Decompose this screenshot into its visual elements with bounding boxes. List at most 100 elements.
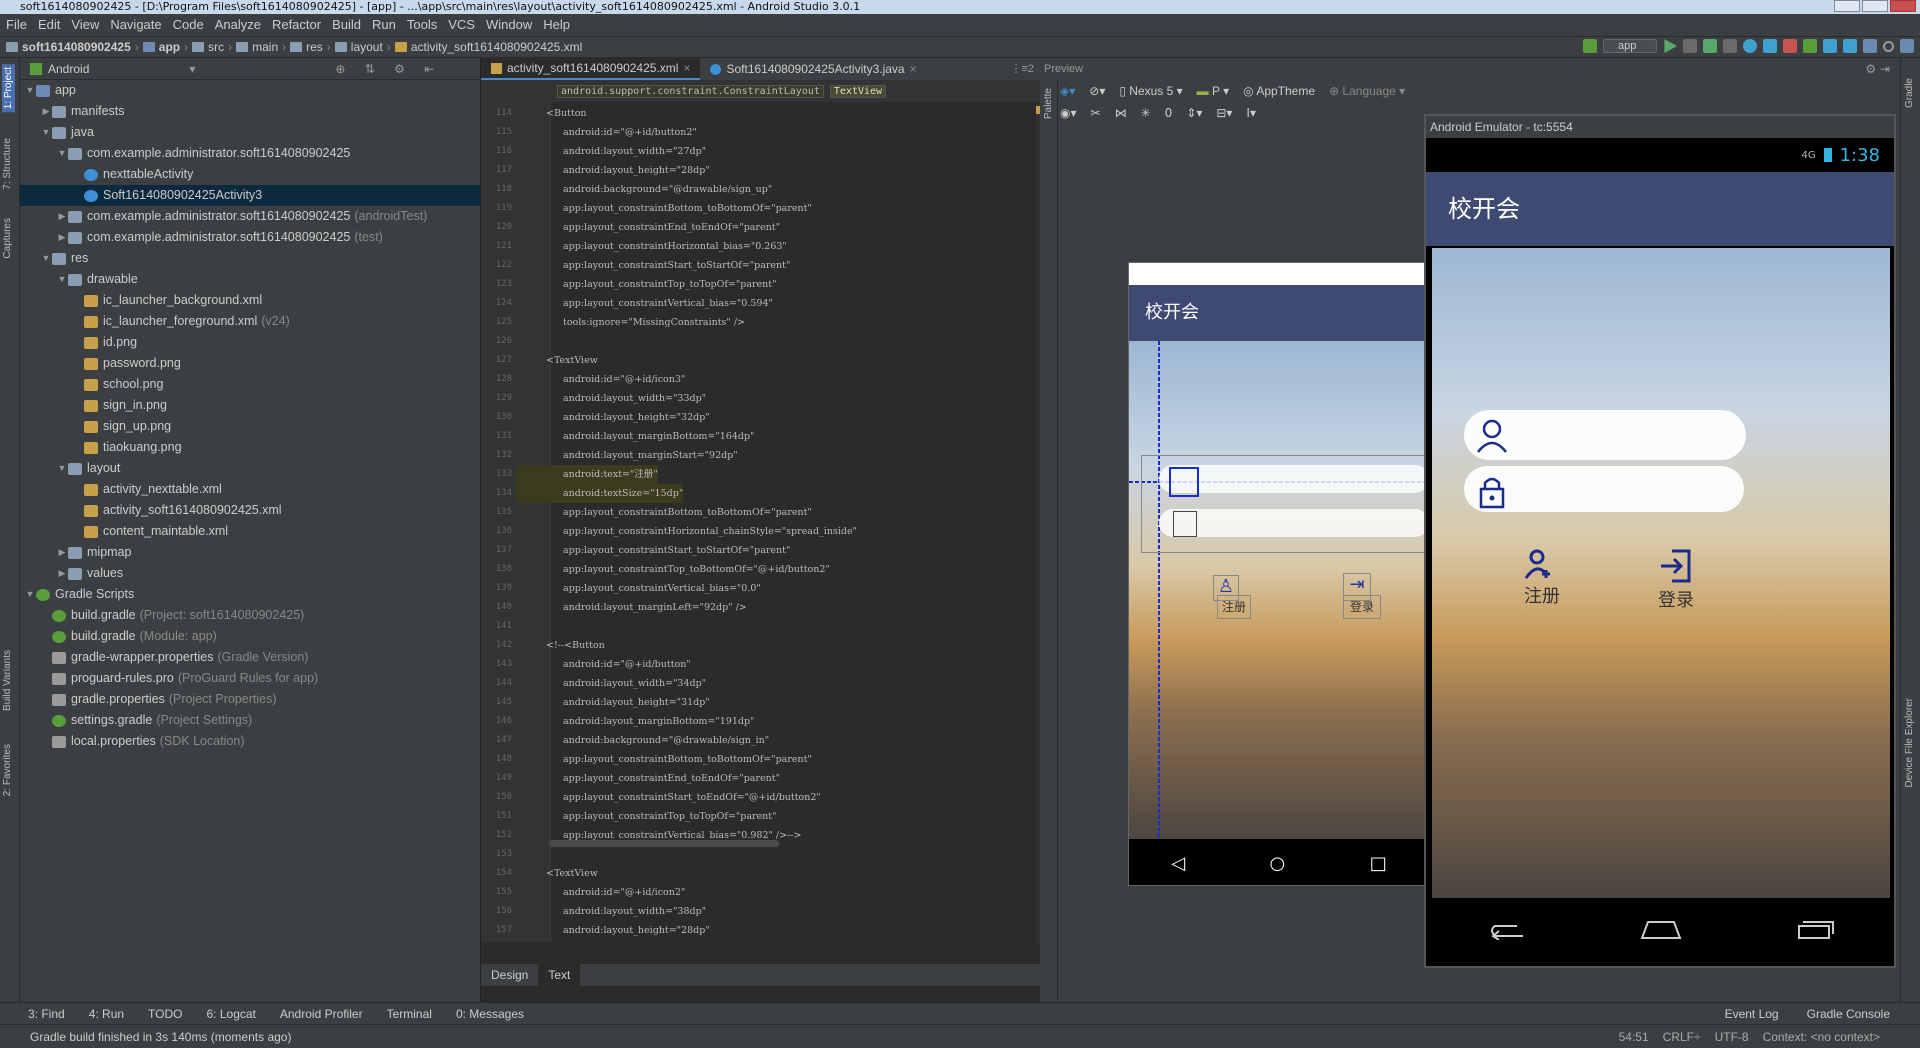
close-icon[interactable]: × xyxy=(910,58,917,80)
tool-gradle-console[interactable]: Gradle Console xyxy=(1807,1007,1890,1021)
recents-icon[interactable] xyxy=(1795,918,1835,940)
tree-item[interactable]: ▶ com.example.administrator.soft161408090… xyxy=(20,206,480,227)
debug-icon[interactable] xyxy=(1703,39,1717,53)
emulator-window[interactable]: Android Emulator - tc:5554 4G 1:38 校开会 注… xyxy=(1424,114,1896,968)
make-project-icon[interactable] xyxy=(1583,39,1597,53)
menu-vcs[interactable]: VCS xyxy=(448,14,475,36)
orientation-icon[interactable]: ⊘▾ xyxy=(1089,84,1105,98)
login-label[interactable]: 登录 xyxy=(1654,586,1698,612)
chevron-down-icon[interactable]: ▾ xyxy=(189,62,195,76)
code-area[interactable]: 114 <Button 115 android:id="@+id/button2" 11… xyxy=(481,104,1037,940)
breadcrumb-app[interactable]: app › xyxy=(142,40,188,54)
profile-icon[interactable] xyxy=(1743,39,1757,53)
chevron-down-icon[interactable]: ▼ xyxy=(24,80,36,101)
menu-analyze[interactable]: Analyze xyxy=(215,14,261,36)
design-preview-device[interactable]: 校开会 ♙ 注册 ⇥ 登录 ◁ ○ □ xyxy=(1128,262,1428,886)
tree-item[interactable]: gradle-wrapper.properties (Gradle Version… xyxy=(20,647,480,668)
home-icon[interactable] xyxy=(1638,918,1684,940)
breadcrumb-res[interactable]: res › xyxy=(290,40,331,54)
tree-item[interactable]: ic_launcher_foreground.xml (v24) xyxy=(20,311,480,332)
register-icon[interactable] xyxy=(1524,548,1554,580)
tree-item[interactable]: ▶ com.example.administrator.soft161408090… xyxy=(20,227,480,248)
chevron-down-icon[interactable]: ▼ xyxy=(40,122,52,143)
chevron-right-icon[interactable]: ▶ xyxy=(56,563,68,584)
menu-code[interactable]: Code xyxy=(173,14,204,36)
tab-activity-xml[interactable]: activity_soft1614080902425.xml × xyxy=(481,57,701,80)
breadcrumb-file[interactable]: activity_soft1614080902425.xml xyxy=(394,40,582,54)
chevron-down-icon[interactable]: ▼ xyxy=(56,269,68,290)
coverage-icon[interactable] xyxy=(1723,39,1737,53)
search-everywhere-icon[interactable] xyxy=(1883,40,1894,52)
run-icon[interactable] xyxy=(1664,39,1677,53)
menu-navigate[interactable]: Navigate xyxy=(110,14,161,36)
chevron-right-icon[interactable]: ▶ xyxy=(56,542,68,563)
tree-item[interactable]: ▶ values xyxy=(20,563,480,584)
tool-event-log[interactable]: Event Log xyxy=(1725,1007,1779,1021)
tree-item[interactable]: ▶ manifests xyxy=(20,101,480,122)
menu-window[interactable]: Window xyxy=(486,14,532,36)
tree-item[interactable]: settings.gradle (Project Settings) xyxy=(20,710,480,731)
tool-terminal[interactable]: Terminal xyxy=(387,1007,432,1021)
tree-item[interactable]: ▼ app xyxy=(20,80,480,101)
tool-android-profiler[interactable]: Android Profiler xyxy=(280,1007,363,1021)
file-encoding[interactable]: UTF-8 xyxy=(1715,1030,1749,1044)
tab-device-file-explorer[interactable]: Device File Explorer xyxy=(1904,698,1915,787)
panel-actions-icon[interactable]: ⊕ ⇅ ⚙ ⇤ xyxy=(335,62,442,76)
tree-item[interactable]: local.properties (SDK Location) xyxy=(20,731,480,752)
sdk-manager-icon[interactable] xyxy=(1843,39,1857,53)
guidelines-icon[interactable]: I▾ xyxy=(1246,106,1256,120)
tree-item[interactable]: Soft1614080902425Activity3 xyxy=(20,185,480,206)
tab-palette[interactable]: Palette xyxy=(1043,88,1054,119)
tree-item[interactable]: build.gradle (Module: app) xyxy=(20,626,480,647)
autoconnect-icon[interactable]: ✂ xyxy=(1091,106,1101,120)
breadcrumb-textview[interactable]: TextView xyxy=(829,84,887,98)
line-separator[interactable]: CRLF÷ xyxy=(1663,1030,1701,1044)
menu-view[interactable]: View xyxy=(71,14,99,36)
project-structure-icon[interactable] xyxy=(1863,39,1877,53)
close-icon[interactable]: × xyxy=(683,57,690,79)
tree-item[interactable]: ▼ drawable xyxy=(20,269,480,290)
breadcrumb-main[interactable]: main › xyxy=(236,40,286,54)
password-field[interactable] xyxy=(1464,466,1744,512)
breadcrumb-layout[interactable]: layout › xyxy=(334,40,391,54)
api-select[interactable]: ▬ P ▾ xyxy=(1197,84,1230,98)
tree-item[interactable]: ▼ res xyxy=(20,248,480,269)
menu-build[interactable]: Build xyxy=(332,14,361,36)
menu-help[interactable]: Help xyxy=(543,14,570,36)
tree-item[interactable]: password.png xyxy=(20,353,480,374)
tab-build-variants[interactable]: Build Variants xyxy=(2,650,13,711)
tree-item[interactable]: school.png xyxy=(20,374,480,395)
menu-refactor[interactable]: Refactor xyxy=(272,14,321,36)
tree-item[interactable]: ▼ layout xyxy=(20,458,480,479)
tab-captures[interactable]: Captures xyxy=(2,218,13,259)
tab-activity3-java[interactable]: Soft1614080902425Activity3.java × xyxy=(700,58,926,80)
tree-item[interactable]: proguard-rules.pro (ProGuard Rules for ap… xyxy=(20,668,480,689)
tree-item[interactable]: ▶ mipmap xyxy=(20,542,480,563)
sync-gradle-icon[interactable] xyxy=(1803,39,1817,53)
tree-item[interactable]: ▼ java xyxy=(20,122,480,143)
tree-item[interactable]: activity_nexttable.xml xyxy=(20,479,480,500)
language-select[interactable]: ⊕ Language ▾ xyxy=(1329,84,1405,98)
menu-run[interactable]: Run xyxy=(372,14,396,36)
tree-item[interactable]: ▼ com.example.administrator.soft161408090… xyxy=(20,143,480,164)
chevron-down-icon[interactable]: ▼ xyxy=(56,458,68,479)
project-view-select[interactable]: Android xyxy=(48,62,89,76)
tool-run[interactable]: 4: Run xyxy=(89,1007,124,1021)
tree-item[interactable]: build.gradle (Project: soft1614080902425) xyxy=(20,605,480,626)
chevron-down-icon[interactable]: ▼ xyxy=(56,143,68,164)
tab-overflow-icon[interactable]: ⋮≡2 xyxy=(1010,58,1040,80)
breadcrumb-project[interactable]: soft1614080902425 › xyxy=(6,40,139,54)
infer-constraints-icon[interactable]: ✳ xyxy=(1141,106,1151,120)
close-button[interactable] xyxy=(1890,0,1916,12)
tree-item[interactable]: nexttableActivity xyxy=(20,164,480,185)
minimize-button[interactable] xyxy=(1834,0,1860,12)
breadcrumb-constraintlayout[interactable]: android.support.constraint.ConstraintLay… xyxy=(557,84,824,98)
tool-todo[interactable]: TODO xyxy=(148,1007,182,1021)
tree-item[interactable]: sign_up.png xyxy=(20,416,480,437)
tab-project[interactable]: 1: Project xyxy=(2,64,15,113)
menu-file[interactable]: File xyxy=(6,14,27,36)
tree-item[interactable]: gradle.properties (Project Properties) xyxy=(20,689,480,710)
pack-icon[interactable]: ⇕▾ xyxy=(1186,106,1202,120)
chevron-right-icon[interactable]: ▶ xyxy=(56,206,68,227)
horizontal-scrollbar[interactable] xyxy=(549,840,779,847)
